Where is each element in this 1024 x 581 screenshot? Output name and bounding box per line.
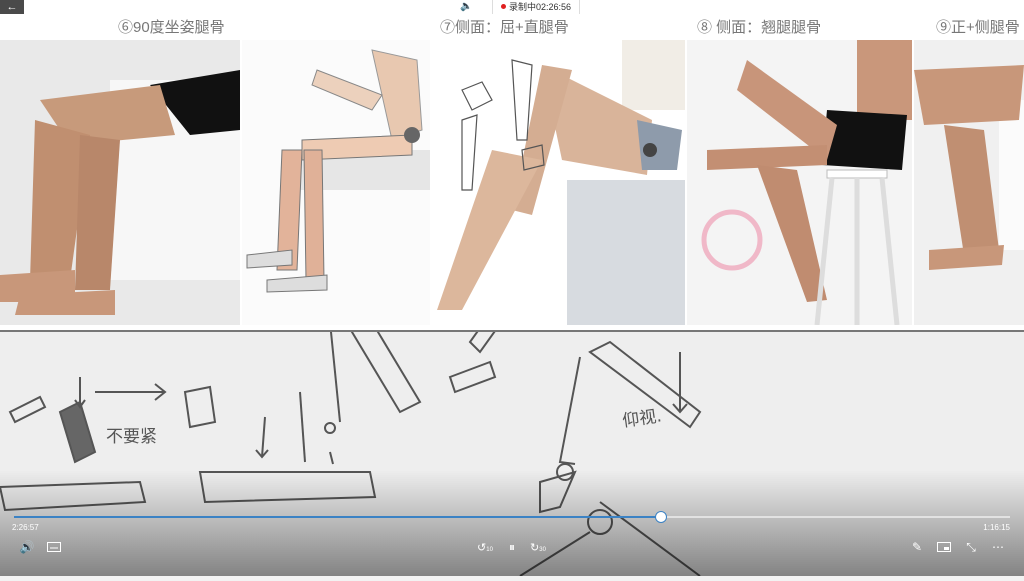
front-legs-image	[914, 65, 1024, 270]
recording-label: 录制中	[509, 2, 537, 12]
pause-button[interactable]: ⏸	[503, 538, 521, 556]
back-arrow-icon: ←	[6, 1, 18, 13]
mini-player-icon	[937, 542, 951, 552]
collapse-icon: ⤡	[966, 540, 976, 554]
total-time: 1:16:15	[983, 523, 1010, 532]
recording-indicator: 录制中02:26:56	[492, 0, 581, 15]
progress-fill	[14, 516, 662, 518]
bent-leg-image	[437, 40, 685, 325]
volume-icon: 🔊	[19, 540, 35, 554]
current-time: 2:26:57	[12, 523, 39, 532]
pencil-icon: ✎	[911, 540, 923, 554]
photo-crossed-legs	[687, 40, 912, 325]
skeleton-image	[246, 49, 430, 293]
rewind-icon: ↺	[477, 542, 487, 554]
more-options-button[interactable]: ⋯	[989, 538, 1007, 556]
seated-legs-image	[0, 70, 240, 315]
pause-icon: ⏸	[508, 540, 515, 554]
forward-label: 30	[539, 547, 546, 553]
slide-title-9: ⑨正+侧腿骨	[936, 19, 1020, 36]
slide-title-8: ⑧ 侧面：翘腿腿骨	[697, 19, 822, 36]
photo-seated-legs	[0, 40, 240, 325]
forward-button[interactable]: ↻30	[529, 538, 547, 556]
back-button[interactable]: ←	[0, 0, 24, 14]
rewind-button[interactable]: ↺10	[476, 538, 494, 556]
more-icon: ⋯	[992, 540, 1004, 554]
recording-time: 02:26:56	[536, 2, 572, 12]
progress-bar[interactable]	[14, 511, 1010, 523]
crossed-legs-image	[701, 40, 912, 325]
volume-button[interactable]: 🔊	[18, 538, 36, 556]
photo-bent-straight-leg	[432, 40, 685, 325]
sketch-note-1: 不要紧	[106, 427, 157, 447]
forward-icon: ↻	[530, 542, 540, 554]
rewind-label: 10	[486, 547, 493, 553]
mini-player-button[interactable]	[935, 538, 953, 556]
slide-title-6: ⑥90度坐姿腿骨	[118, 19, 225, 36]
slide-title-7: ⑦侧面：屈+直腿骨	[440, 19, 569, 36]
player-controls-overlay	[0, 470, 1024, 576]
photo-skeleton-seated	[242, 40, 430, 325]
subtitles-icon	[47, 542, 61, 552]
edit-button[interactable]: ✎	[908, 538, 926, 556]
subtitles-button[interactable]	[45, 538, 63, 556]
speaker-icon[interactable]: 🔈	[460, 1, 472, 12]
photo-front-side-legs	[914, 40, 1024, 325]
exit-fullscreen-button[interactable]: ⤡	[962, 538, 980, 556]
slide-panel: ⑥90度坐姿腿骨 ⑦侧面：屈+直腿骨 ⑧ 侧面：翘腿腿骨 ⑨正+侧腿骨	[0, 14, 1024, 332]
record-dot-icon	[501, 4, 506, 9]
